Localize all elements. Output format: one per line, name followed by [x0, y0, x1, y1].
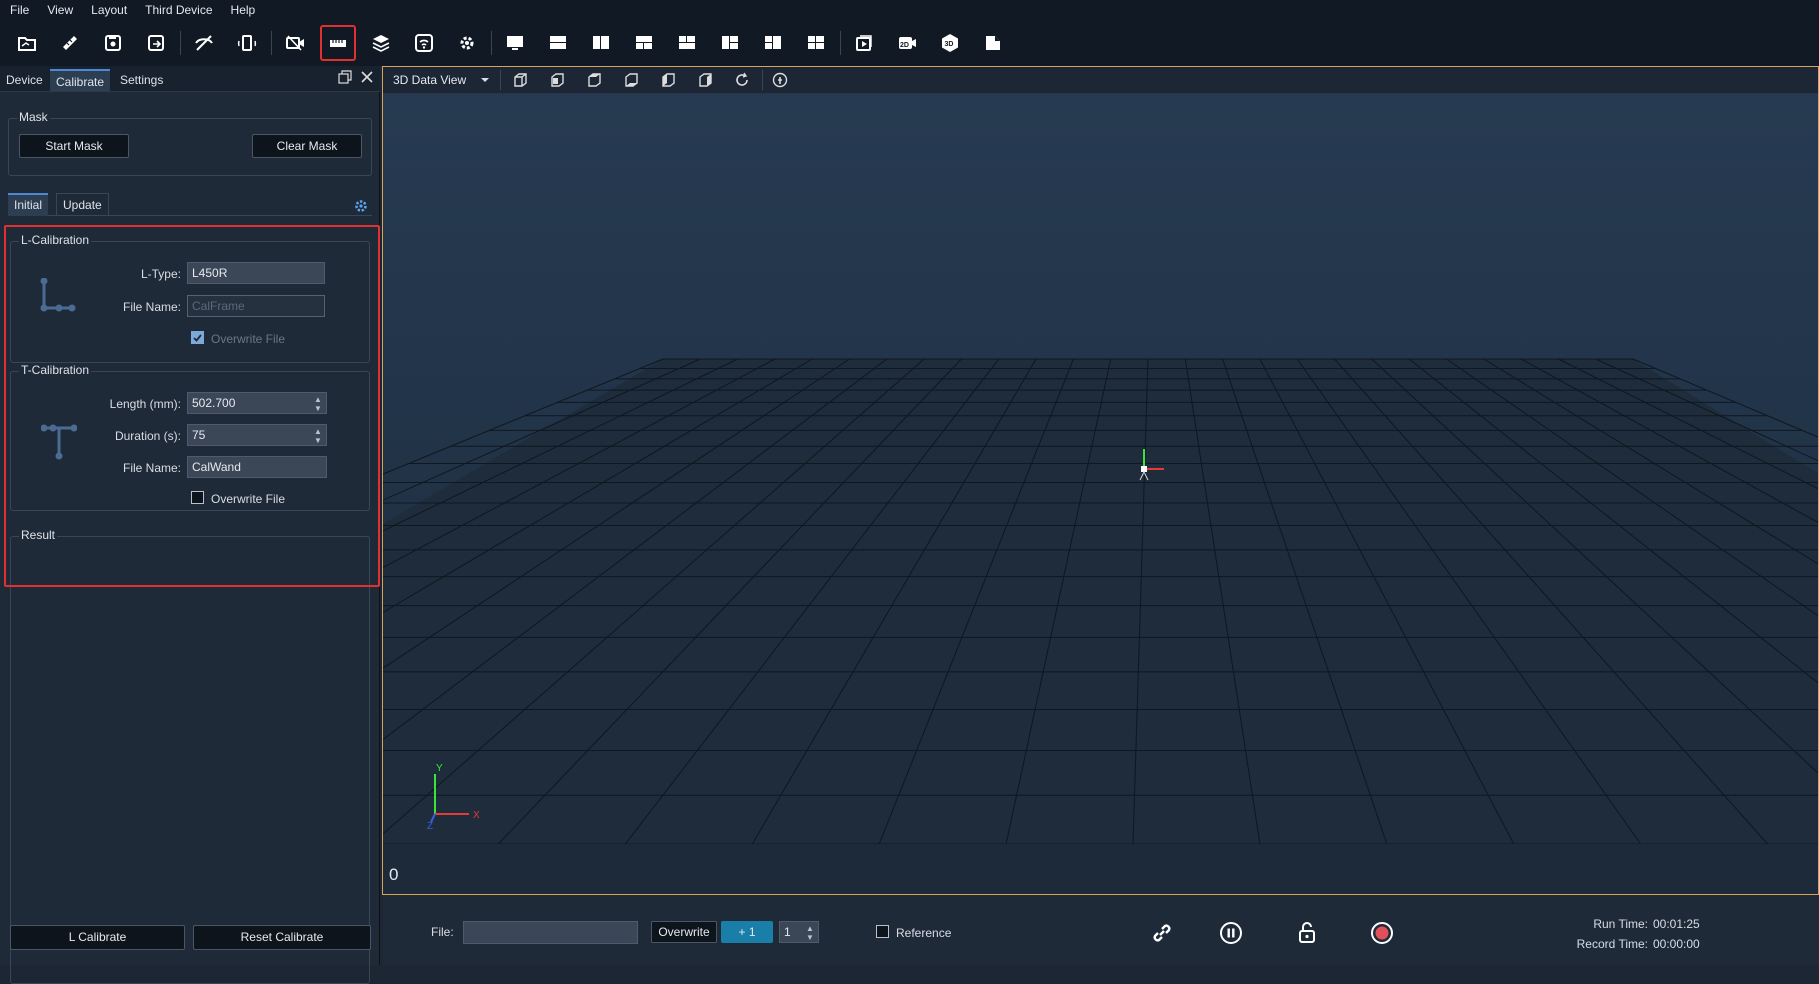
- ruler-icon[interactable]: [53, 26, 87, 60]
- rotate-device-icon[interactable]: [230, 26, 264, 60]
- axis-x-label: X: [473, 810, 480, 821]
- record-bar: File: Overwrite + 1 1 ▲ ▼ Reference Run Ti…: [383, 895, 1819, 965]
- mask-group: Mask Start Mask Clear Mask: [8, 110, 372, 176]
- view-right-icon[interactable]: [696, 71, 714, 89]
- menu-file[interactable]: File: [10, 3, 29, 17]
- l-calibrate-button[interactable]: L Calibrate: [10, 925, 185, 950]
- pause-icon[interactable]: [1219, 921, 1243, 945]
- file-label: File:: [431, 925, 454, 939]
- tab-settings[interactable]: Settings: [114, 69, 169, 91]
- reference-checkbox[interactable]: [876, 925, 889, 938]
- menu-third-device[interactable]: Third Device: [145, 3, 212, 17]
- calibration-subtabs: Initial Update: [8, 193, 372, 216]
- view-left-icon[interactable]: [659, 71, 677, 89]
- axis-z-label: Z: [427, 821, 433, 832]
- result-group: Result: [10, 528, 370, 984]
- layout-triple-icon[interactable]: [670, 26, 704, 60]
- mask-title: Mask: [17, 110, 50, 124]
- record-file-input[interactable]: [463, 921, 638, 944]
- view-toolbar: 3D Data View: [383, 66, 1819, 94]
- reset-view-icon[interactable]: [733, 71, 751, 89]
- 3d-scene: Y X Z 0: [383, 94, 1819, 894]
- view-bottom-icon[interactable]: [622, 71, 640, 89]
- panel-tabs: Device Calibrate Settings: [0, 66, 380, 92]
- toolbar: 2D 3D: [0, 20, 1819, 66]
- layout-left-icon[interactable]: [713, 26, 747, 60]
- reset-calibrate-button[interactable]: Reset Calibrate: [193, 925, 371, 950]
- overwrite-button[interactable]: Overwrite: [651, 921, 717, 943]
- wireless-icon[interactable]: [407, 26, 441, 60]
- frame-counter: 0: [389, 865, 398, 884]
- svg-text:2D: 2D: [900, 42, 909, 49]
- view-front-icon[interactable]: [511, 71, 529, 89]
- start-mask-button[interactable]: Start Mask: [19, 134, 129, 158]
- increment-spinbox[interactable]: 1 ▲ ▼: [779, 921, 819, 943]
- open-folder-icon[interactable]: [10, 26, 44, 60]
- calibrate-ruler-icon[interactable]: [320, 25, 356, 61]
- tab-update[interactable]: Update: [56, 193, 109, 216]
- menu-help[interactable]: Help: [231, 3, 256, 17]
- tab-device[interactable]: Device: [0, 69, 49, 91]
- calibration-highlight: [4, 225, 380, 587]
- 3d-view-icon[interactable]: 3D: [933, 26, 967, 60]
- info-icon[interactable]: [771, 71, 789, 89]
- menu-view[interactable]: View: [47, 3, 73, 17]
- toolbar-separator: [271, 31, 272, 55]
- clear-mask-button[interactable]: Clear Mask: [252, 134, 362, 158]
- toolbar-separator: [180, 31, 181, 55]
- layout-single-icon[interactable]: [498, 26, 532, 60]
- save-icon[interactable]: [96, 26, 130, 60]
- tab-initial[interactable]: Initial: [8, 193, 49, 216]
- layout-split-h-icon[interactable]: [541, 26, 575, 60]
- toolbar-separator: [840, 31, 841, 55]
- view-top-icon[interactable]: [585, 71, 603, 89]
- layout-right-icon[interactable]: [756, 26, 790, 60]
- layout-split-v-icon[interactable]: [584, 26, 618, 60]
- record-time-label: Record Time:: [1576, 937, 1648, 951]
- save-as-icon[interactable]: [139, 26, 173, 60]
- layout-grid-icon[interactable]: [627, 26, 661, 60]
- document-icon[interactable]: [976, 26, 1010, 60]
- close-panel-icon[interactable]: [360, 70, 374, 84]
- run-time-value: 00:01:25: [1653, 917, 1700, 931]
- increment-button[interactable]: + 1: [721, 921, 773, 943]
- camera-off-icon[interactable]: [278, 26, 312, 60]
- scene-floor-strip: [383, 844, 1819, 894]
- layout-quad-icon[interactable]: [799, 26, 833, 60]
- axis-y-label: Y: [436, 763, 443, 774]
- svg-text:3D: 3D: [945, 41, 954, 48]
- run-time-label: Run Time:: [1593, 917, 1648, 931]
- chevron-down-icon[interactable]: [480, 76, 490, 84]
- gear-icon[interactable]: [450, 26, 484, 60]
- toolbar-separator: [491, 31, 492, 55]
- 3d-data-view[interactable]: Y X Z 0: [383, 94, 1819, 894]
- ground-plane: [383, 359, 1819, 844]
- float-panel-icon[interactable]: [338, 70, 352, 84]
- tab-calibrate[interactable]: Calibrate: [50, 69, 111, 91]
- menu-bar: File View Layout Third Device Help: [0, 0, 1819, 20]
- record-icon[interactable]: [1370, 921, 1394, 945]
- playback-icon[interactable]: [847, 26, 881, 60]
- calibration-settings-icon[interactable]: [353, 198, 369, 214]
- menu-layout[interactable]: Layout: [91, 3, 127, 17]
- record-time-value: 00:00:00: [1653, 937, 1700, 951]
- view-mode-select[interactable]: 3D Data View: [393, 73, 466, 87]
- increment-spin-arrows[interactable]: ▲ ▼: [804, 922, 816, 944]
- increment-value: 1: [784, 925, 791, 939]
- 2d-view-icon[interactable]: 2D: [890, 26, 924, 60]
- reference-label: Reference: [896, 926, 952, 940]
- link-icon[interactable]: [1149, 920, 1175, 946]
- view-back-icon[interactable]: [548, 71, 566, 89]
- unlock-icon[interactable]: [1295, 920, 1319, 946]
- hide-icon[interactable]: [187, 26, 221, 60]
- layers-icon[interactable]: [364, 26, 398, 60]
